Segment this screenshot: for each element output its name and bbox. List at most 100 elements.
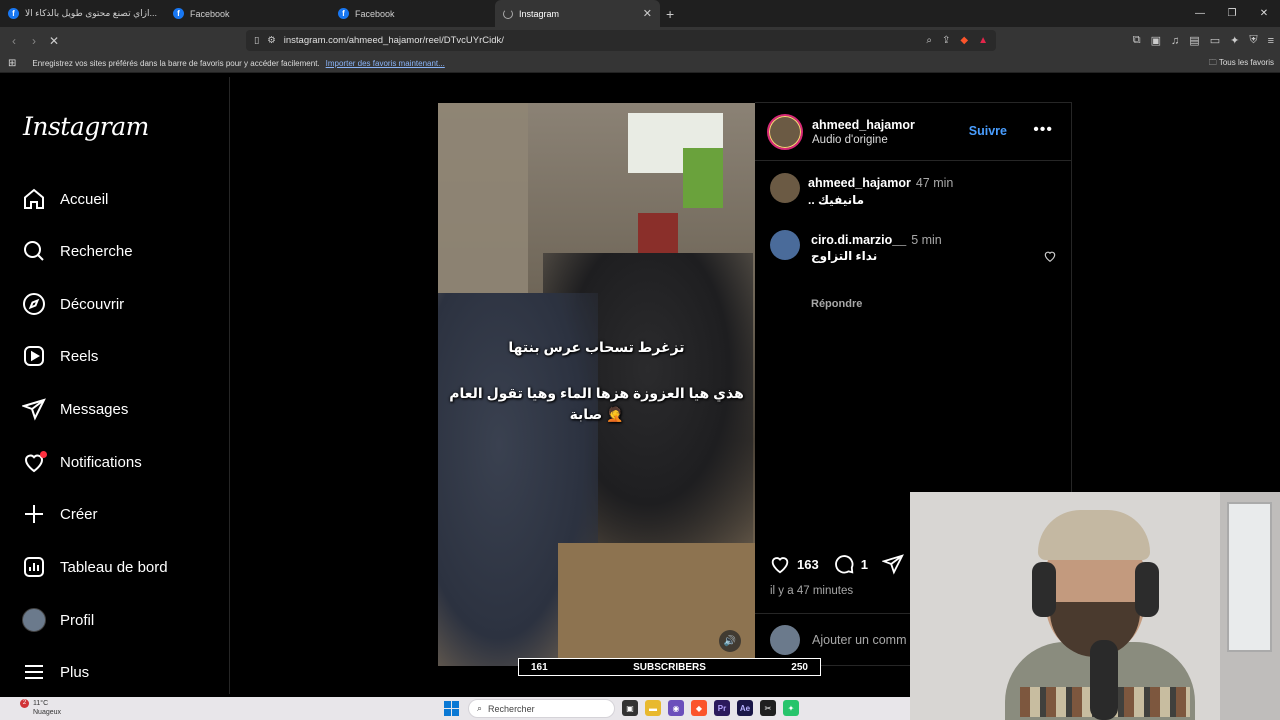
comment-text: نداء التزاوج [811,249,878,263]
back-icon[interactable]: ‹ [4,34,24,48]
like-count[interactable]: 163 [797,557,819,572]
close-tab-icon[interactable]: ✕ [643,7,652,20]
comment-text: مانيفيك .. [808,193,865,207]
comment-input[interactable]: Ajouter un comm [812,633,906,647]
sidebar-item-label: Créer [60,505,98,523]
tab-title: Facebook [355,8,395,19]
apps-grid-icon[interactable]: ⊞ [8,58,16,69]
sidebar-item-search[interactable]: Recherche [22,236,133,266]
bookmark-icon[interactable]: ▯ [254,35,259,46]
comment-icon[interactable] [833,553,855,575]
import-bookmarks-link[interactable]: Importer des favoris maintenant... [326,59,445,68]
more-options-icon[interactable]: ••• [1033,121,1053,139]
app-icon[interactable]: ✦ [783,700,799,716]
tab-2[interactable]: f Facebook [165,0,330,27]
share-icon[interactable]: ⇪ [942,35,950,46]
search-icon: ⌕ [477,703,483,713]
brave-rewards-icon[interactable]: ▲ [978,35,988,46]
share-icon[interactable] [881,553,904,575]
url-bar[interactable]: ▯ ⚙ instagram.com/ahmeed_hajamor/reel/DT… [246,30,996,51]
forward-icon[interactable]: › [24,34,44,48]
post-header: ahmeed_hajamor Audio d'origine Suivre ••… [755,103,1071,161]
tab-1[interactable]: f ازاي تصنع محتوى طويل بالذكاء الا... [0,0,165,27]
sidebar-icon[interactable]: ▤ [1189,34,1199,47]
comment-avatar[interactable] [770,230,800,260]
comment-username[interactable]: ahmeed_hajamor [808,176,911,190]
audio-label[interactable]: Audio d'origine [812,134,888,146]
webcam-overlay [910,492,1280,720]
avatar [22,608,46,632]
bookmarks-bar: ⊞ Enregistrez vos sites préférés dans la… [0,54,1280,73]
sidebar-item-label: Profil [60,611,95,629]
premiere-pro-icon[interactable]: Pr [714,700,730,716]
sidebar-item-dashboard[interactable]: Tableau de bord [22,552,168,582]
sidebar-item-label: Messages [60,400,129,418]
vpn-icon[interactable]: ⛨ [1249,34,1257,47]
home-icon [24,188,44,209]
author-avatar[interactable] [767,114,803,150]
follow-button[interactable]: Suivre [969,124,1007,138]
minimize-icon[interactable]: — [1184,0,1216,27]
menu-icon[interactable]: ≡ [1268,35,1274,47]
comment-count[interactable]: 1 [861,557,868,572]
headphone-right [1135,562,1159,617]
task-view-icon[interactable]: ▣ [622,700,638,716]
reply-button[interactable]: Répondre [811,298,862,310]
comment-username[interactable]: ciro.di.marzio__ [811,233,906,247]
leo-icon[interactable]: ✦ [1230,34,1239,47]
address-toolbar: ‹ › ✕ ▯ ⚙ instagram.com/ahmeed_hajamor/r… [0,27,1280,54]
reels-icon [24,346,44,366]
extensions-icon[interactable]: ⧉ [1133,34,1141,47]
brave-icon[interactable]: ◆ [691,700,707,716]
facebook-icon: f [173,8,184,19]
compass-icon [23,293,45,315]
microphone [1090,640,1118,720]
sidebar-item-messages[interactable]: Messages [22,394,128,424]
weather-widget[interactable]: 2 11°C Nuageux [20,699,61,717]
stop-loading-icon[interactable]: ✕ [44,34,64,48]
sidebar-item-notifications[interactable]: Notifications [22,447,142,477]
sidebar-item-reels[interactable]: Reels [22,341,98,371]
instagram-logo[interactable]: Instagram [23,112,149,141]
reel-video[interactable]: تزغرط تسحاب عرس بنتها هذي هيا العزوزة هز… [438,103,755,666]
windows-start-icon[interactable] [444,701,459,716]
weather-badge: 2 [20,699,29,708]
brave-shield-icon[interactable]: ◆ [960,35,968,46]
send-icon [22,398,46,421]
discord-icon[interactable]: ◉ [668,700,684,716]
like-icon[interactable] [769,553,791,575]
sidebar-item-explore[interactable]: Découvrir [22,289,124,319]
sidebar-item-profile[interactable]: Profil [22,605,94,635]
capcut-icon[interactable]: ✂ [760,700,776,716]
comment-author[interactable]: ahmeed_hajamor 47 min [808,176,953,190]
like-comment-icon[interactable] [1043,249,1057,263]
comment-author[interactable]: ciro.di.marzio__ 5 min [811,233,942,247]
all-favorites-button[interactable]: 🗀 Tous les favoris [1209,57,1274,71]
sidebar-item-more[interactable]: Plus [22,657,89,687]
taskbar-search[interactable]: ⌕ Rechercher [468,699,615,718]
tab-4-active[interactable]: Instagram ✕ [495,0,660,27]
restore-icon[interactable]: ❐ [1216,0,1248,27]
file-explorer-icon[interactable]: ▬ [645,700,661,716]
reading-icon[interactable]: ▭ [1210,34,1220,47]
sidebar-item-create[interactable]: Créer [22,499,98,529]
wallet-icon[interactable]: ▣ [1151,34,1161,47]
headphone-left [1032,562,1056,617]
bookmarks-prompt: Enregistrez vos sites préférés dans la b… [32,58,320,68]
volume-icon[interactable]: 🔊 [719,630,741,652]
sidebar-item-label: Recherche [60,242,133,260]
url-text[interactable]: instagram.com/ahmeed_hajamor/reel/DTvcUY… [284,35,504,46]
sidebar-item-home[interactable]: Accueil [22,184,108,214]
close-window-icon[interactable]: ✕ [1248,0,1280,27]
author-username[interactable]: ahmeed_hajamor [812,118,915,132]
music-icon[interactable]: ♫ [1171,35,1179,47]
site-info-icon[interactable]: ⚙ [267,35,276,46]
zoom-icon[interactable]: ⌕ [926,35,932,46]
after-effects-icon[interactable]: Ae [737,700,753,716]
window-controls: — ❐ ✕ [1184,0,1280,27]
browser-extensions: ⧉ ▣ ♫ ▤ ▭ ✦ ⛨ ≡ [1133,27,1274,54]
new-tab-button[interactable]: + [666,6,674,22]
tab-3[interactable]: f Facebook [330,0,495,27]
dashboard-icon [24,557,44,577]
comment-avatar[interactable] [770,173,800,203]
